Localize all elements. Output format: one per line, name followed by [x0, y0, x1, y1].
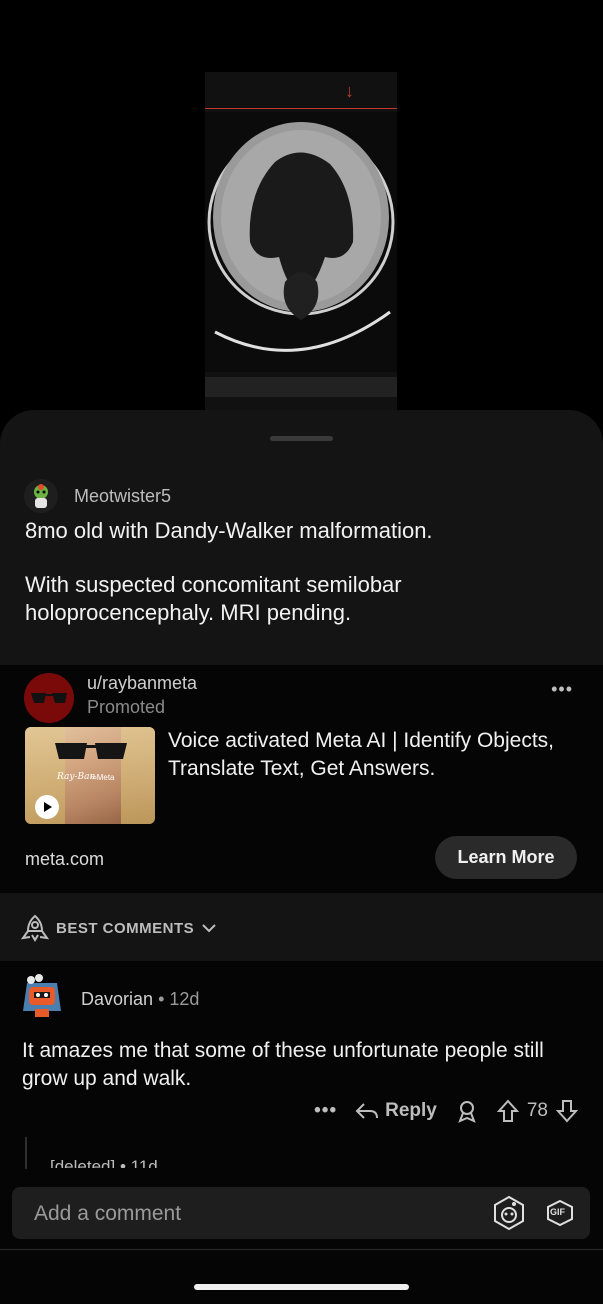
post-body: Meotwister5 8mo old with Dandy-Walker ma…	[0, 465, 603, 665]
sheet-drag-handle[interactable]	[270, 436, 333, 441]
avatar[interactable]	[24, 479, 58, 513]
vote-control: 78	[496, 1099, 578, 1123]
post-title: 8mo old with Dandy-Walker malformation.	[25, 518, 433, 543]
reply-author: [deleted]	[50, 1157, 116, 1168]
comment-header: Davorian • 12d	[81, 989, 199, 1010]
rocket-icon	[20, 914, 50, 942]
comment-input[interactable]	[32, 1187, 476, 1241]
comment-author[interactable]: Davorian	[81, 989, 153, 1009]
comment-actions: ••• Reply 78	[314, 1099, 578, 1123]
meta-separator: •	[119, 1157, 126, 1168]
post-detail-screen: ↓ Meotwister5 8mo old with Dandy-Walker …	[0, 0, 603, 1304]
ad-overflow-menu-button[interactable]: •••	[551, 679, 573, 700]
post-author-row[interactable]: Meotwister5	[24, 479, 171, 513]
learn-more-button[interactable]: Learn More	[435, 836, 577, 879]
meta-separator: •	[158, 989, 165, 1009]
comment-sort-bar: BEST COMMENTS	[0, 893, 603, 961]
thumb-glasses-graphic	[55, 743, 127, 759]
reply-age: 11d	[130, 1157, 158, 1168]
gif-icon[interactable]: GIF	[545, 1199, 575, 1227]
thumb-brand-text: Ray-Ban	[57, 772, 96, 782]
reply-arrow-icon	[355, 1103, 379, 1119]
promoted-ad[interactable]: u/raybanmeta Promoted ••• Ray-Ban ∞Meta …	[0, 665, 603, 893]
viewer-toolbar	[205, 377, 397, 397]
comment-composer: GIF	[12, 1187, 590, 1241]
downvote-arrow-icon[interactable]	[556, 1099, 578, 1123]
sort-label[interactable]: BEST COMMENTS	[56, 920, 194, 937]
reply-label: Reply	[385, 1100, 437, 1121]
snoo-avatar-icon	[34, 484, 48, 508]
comment-age: 12d	[169, 989, 200, 1009]
avatar[interactable]	[24, 673, 74, 723]
chevron-down-icon[interactable]	[200, 922, 218, 934]
sort-selector[interactable]: BEST COMMENTS	[20, 913, 218, 943]
upvote-arrow-icon[interactable]	[496, 1099, 519, 1123]
reply-button[interactable]: Reply	[355, 1100, 437, 1122]
promoted-label: Promoted	[87, 697, 166, 717]
comment: Davorian • 12d It amazes me that some of…	[0, 961, 603, 1181]
post-text: 8mo old with Dandy-Walker malformation. …	[25, 517, 573, 653]
ad-username[interactable]: u/raybanmeta	[87, 673, 197, 694]
thread-line[interactable]	[25, 1137, 27, 1169]
ad-domain[interactable]: meta.com	[25, 849, 104, 870]
award-icon[interactable]	[455, 1099, 479, 1123]
sunglasses-icon	[31, 693, 67, 703]
post-author-name[interactable]: Meotwister5	[74, 486, 171, 507]
comment-overflow-button[interactable]: •••	[314, 1100, 337, 1122]
brain-scan-graphic	[205, 112, 397, 372]
play-icon[interactable]	[35, 795, 59, 819]
post-body-text: With suspected concomitant semilobar hol…	[25, 572, 402, 625]
avatar[interactable]	[17, 971, 67, 1021]
scan-arrow-icon: ↓	[345, 81, 354, 101]
reply-preview[interactable]: [deleted] • 11d	[50, 1156, 158, 1168]
vote-count: 78	[526, 1100, 548, 1121]
snoo-emoji-icon[interactable]	[490, 1194, 528, 1232]
post-image[interactable]: ↓	[205, 72, 397, 412]
ad-headline[interactable]: Voice activated Meta AI | Identify Objec…	[168, 727, 573, 783]
thumb-meta-text: ∞Meta	[91, 773, 115, 782]
home-indicator[interactable]	[194, 1284, 409, 1290]
gif-label: GIF	[550, 1207, 565, 1217]
ad-video-thumbnail[interactable]: Ray-Ban ∞Meta	[25, 727, 155, 824]
divider	[0, 1249, 603, 1250]
scan-reference-line	[205, 108, 397, 109]
comment-text: It amazes me that some of these unfortun…	[22, 1039, 544, 1090]
